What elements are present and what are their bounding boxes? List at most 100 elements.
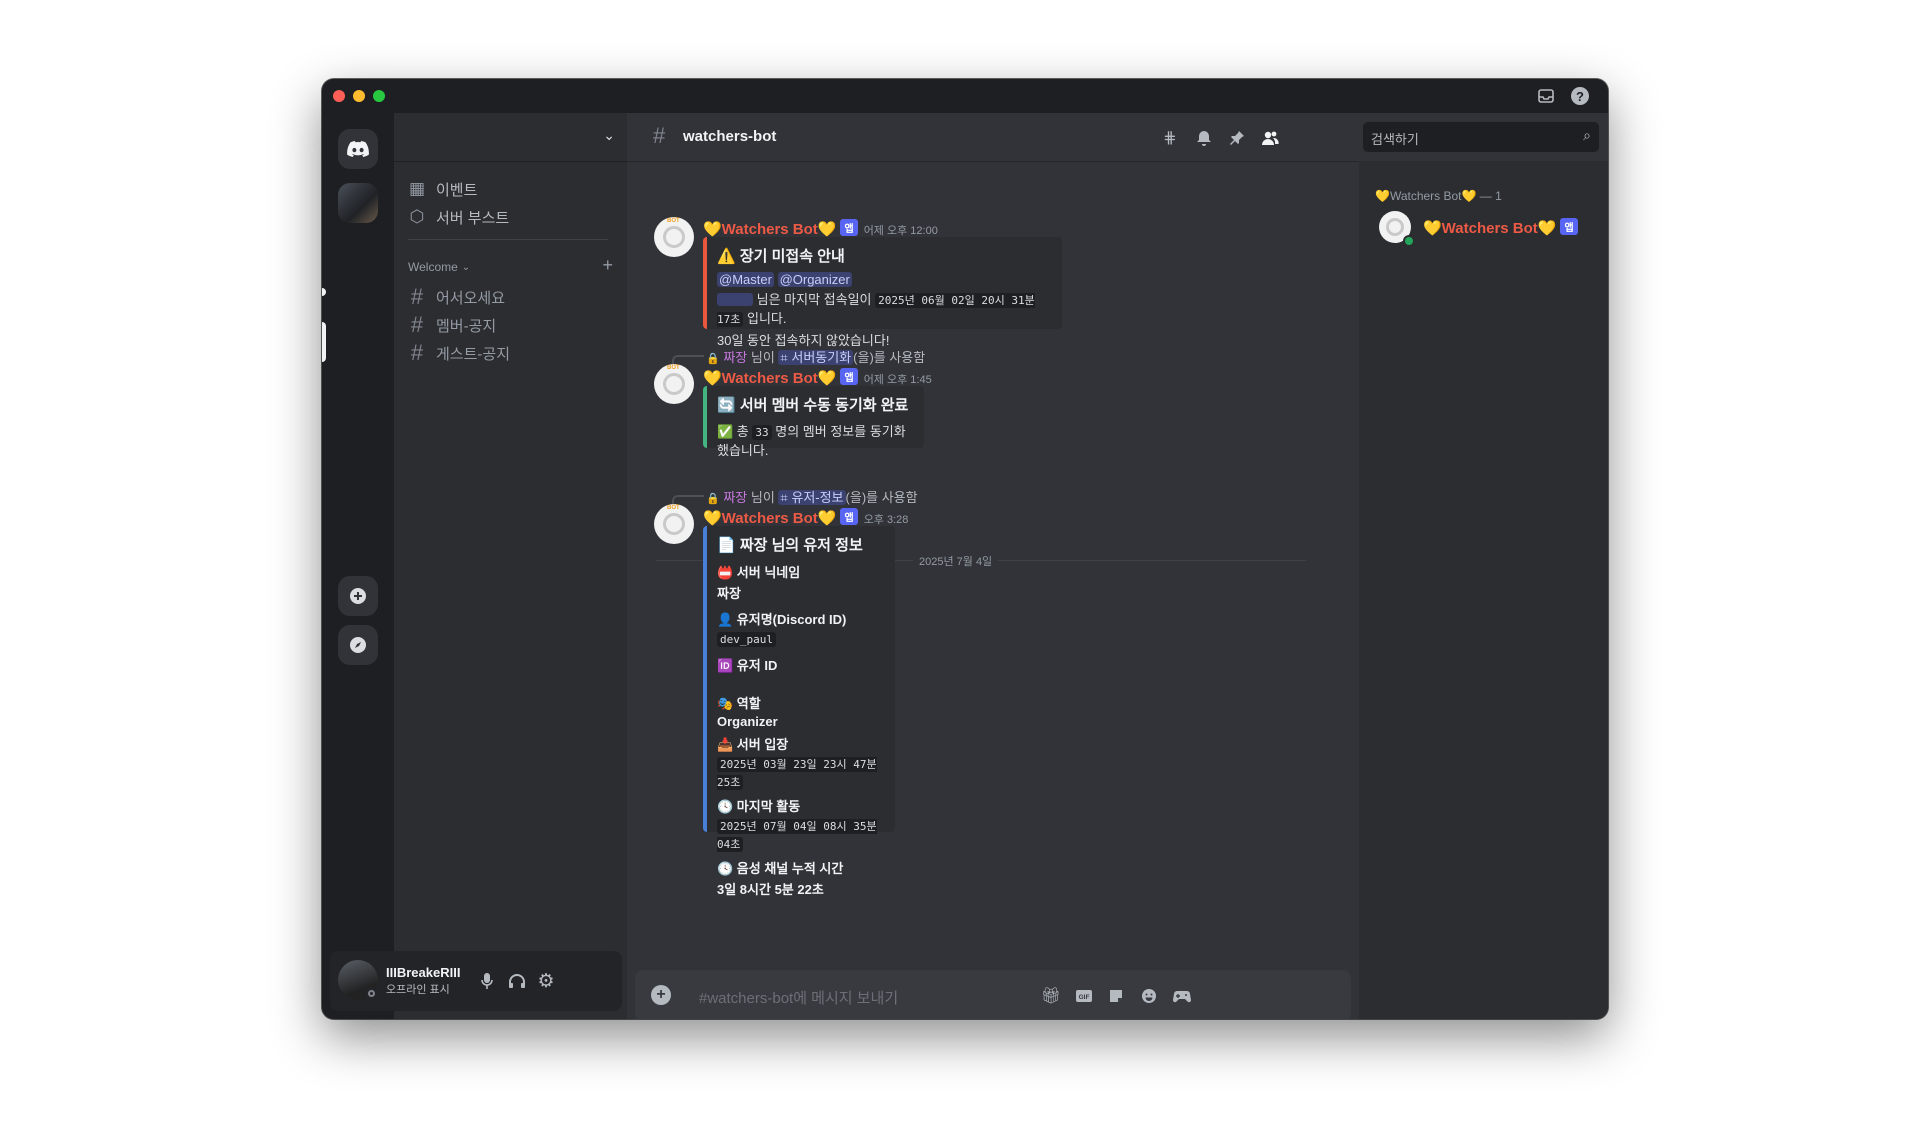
command-icon: 🔒: [706, 493, 720, 505]
message-timestamp: 어제 오후 1:45: [863, 374, 932, 386]
message-embed: ⚠️ 장기 미접속 안내 @Master @Organizer 님은 마지막 접…: [703, 237, 1062, 348]
search-input[interactable]: 검색하기 ⌕: [1363, 122, 1599, 152]
message-input[interactable]: #watchers-bot에 메시지 보내기: [699, 987, 898, 1008]
title-bar: ?: [322, 79, 1608, 113]
app-badge: 앱: [840, 219, 858, 236]
embed-title: 📄 짜장 님의 유저 정보: [717, 537, 863, 554]
channel-header: # watchers-bot ⋕ 검색하기 ⌕: [627, 113, 1608, 162]
author-name[interactable]: 💛Watchers Bot💛: [703, 221, 836, 238]
sidebar-divider: [408, 239, 608, 240]
username: IIIBreakeRIII: [386, 965, 461, 980]
date-divider-label: 2025년 7월 4일: [913, 553, 999, 569]
chevron-down-icon: ⌄: [461, 261, 471, 273]
gift-button[interactable]: 🎁︎: [1039, 984, 1063, 1008]
role-mention[interactable]: @Master: [717, 272, 774, 287]
app-badge: 앱: [840, 508, 858, 525]
reply-text: (을)를 사용함: [853, 350, 926, 365]
threads-hash-icon: #: [653, 123, 666, 148]
reply-username[interactable]: 짜장: [723, 350, 747, 365]
embed-field: 👤 유저명(Discord ID) dev_paul: [717, 609, 885, 648]
channel-item-guest-notice[interactable]: # 게스트-공지: [408, 338, 510, 368]
help-icon[interactable]: ?: [1570, 86, 1590, 106]
reply-username[interactable]: 짜장: [723, 490, 747, 505]
sticker-icon: [1110, 990, 1122, 1002]
inbox-icon[interactable]: [1536, 86, 1556, 106]
bot-avatar[interactable]: BOT: [654, 217, 694, 257]
app-window: ? ⌄ ▦ 이벤트 ⬡ 서버 부스트 Welcome ⌄ + # 어서오세요 #…: [322, 79, 1608, 1019]
field-value: 짜장: [717, 586, 741, 601]
bot-avatar[interactable]: BOT: [654, 364, 694, 404]
field-name: 👤 유저명(Discord ID): [717, 612, 847, 627]
channel-category[interactable]: Welcome ⌄: [408, 260, 470, 274]
compass-icon: [350, 637, 366, 653]
category-label: Welcome: [408, 260, 458, 274]
channel-label: 멤버-공지: [436, 317, 497, 335]
nav-item-server-boost[interactable]: ⬡ 서버 부스트: [408, 203, 510, 231]
activities-button[interactable]: [1170, 984, 1194, 1008]
embed-field: 🆔 유저 ID: [717, 655, 885, 687]
gear-icon: ⚙: [537, 970, 555, 992]
field-name: 📛 서버 닉네임: [717, 565, 801, 580]
embed-field: 🕓 마지막 활동 2025년 07월 04일 08시 35분 04초: [717, 796, 885, 853]
upload-plus-icon[interactable]: +: [651, 985, 671, 1005]
user-panel: IIIBreakeRIII 오프라인 표시 ⚙: [330, 951, 622, 1011]
explore-servers-button[interactable]: [338, 625, 378, 665]
hash-icon: #: [410, 312, 424, 337]
minimize-window-button[interactable]: [353, 90, 365, 102]
interaction-reply[interactable]: 🔒 짜장 님이 ⌗ 서버동기화 (을)를 사용함: [706, 347, 925, 366]
field-value: Organizer: [717, 714, 778, 729]
member-list: 💛Watchers Bot💛 — 1 💛Watchers Bot💛 앱: [1359, 161, 1608, 1019]
author-name[interactable]: 💛Watchers Bot💛: [703, 370, 836, 387]
gif-button[interactable]: GIF: [1072, 984, 1096, 1008]
emoji-button[interactable]: [1137, 984, 1161, 1008]
field-value: 3일 8시간 5분 22초: [717, 882, 824, 897]
hash-icon: #: [410, 340, 424, 365]
microphone-button[interactable]: [475, 969, 499, 993]
bot-avatar[interactable]: BOT: [654, 504, 694, 544]
role-mention[interactable]: @Organizer: [777, 272, 852, 287]
channel-title: watchers-bot: [683, 128, 777, 145]
create-channel-button[interactable]: +: [602, 255, 613, 276]
channel-item-member-notice[interactable]: # 멤버-공지: [408, 310, 496, 340]
pinned-messages-button[interactable]: [1226, 127, 1248, 149]
interaction-reply[interactable]: 🔒 짜장 님이 ⌗ 유저-정보 (을)를 사용함: [706, 487, 918, 506]
member-list-button[interactable]: [1259, 127, 1281, 149]
server-icon-watchers[interactable]: [338, 183, 378, 223]
embed-text: ✅ 총: [717, 424, 749, 439]
reply-text: (을)를 사용함: [845, 490, 918, 505]
user-mention[interactable]: [717, 293, 753, 306]
maximize-window-button[interactable]: [373, 90, 385, 102]
slash-command[interactable]: ⌗ 서버동기화: [778, 350, 854, 365]
notifications-button[interactable]: [1193, 127, 1215, 149]
message-composer[interactable]: + #watchers-bot에 메시지 보내기 🎁︎ GIF: [635, 970, 1351, 1019]
headphones-button[interactable]: [505, 969, 529, 993]
embed-field: 📛 서버 닉네임 짜장: [717, 562, 885, 602]
slash-command[interactable]: ⌗ 유저-정보: [778, 490, 846, 505]
field-name: 🆔 유저 ID: [717, 658, 778, 673]
user-settings-button[interactable]: ⚙: [534, 969, 558, 993]
add-server-button[interactable]: [338, 576, 378, 616]
user-status: 오프라인 표시: [386, 984, 450, 996]
unread-indicator: [322, 288, 326, 296]
author-name[interactable]: 💛Watchers Bot💛: [703, 510, 836, 527]
message-header: 💛Watchers Bot💛 앱 오후 3:28: [703, 508, 908, 527]
reply-text: 님이: [750, 350, 775, 365]
embed-field: 📥 서버 입장 2025년 03월 23일 23시 47분 25초: [717, 734, 885, 791]
member-item[interactable]: 💛Watchers Bot💛 앱: [1423, 218, 1578, 237]
gamepad-icon: [1173, 991, 1191, 1003]
close-window-button[interactable]: [333, 90, 345, 102]
channel-item-welcome[interactable]: # 어서오세요: [408, 282, 505, 312]
embed-mentions: @Master @Organizer: [717, 272, 1052, 287]
threads-button[interactable]: ⋕: [1159, 127, 1181, 149]
member-category: 💛Watchers Bot💛 — 1: [1375, 189, 1502, 203]
server-header[interactable]: ⌄: [394, 113, 627, 162]
member-name: 💛Watchers Bot💛: [1423, 220, 1557, 237]
hash-icon: #: [410, 284, 424, 309]
sticker-button[interactable]: [1104, 984, 1128, 1008]
calendar-icon: ▦: [408, 179, 426, 198]
threads-icon: ⋕: [1163, 130, 1177, 147]
nav-item-events[interactable]: ▦ 이벤트: [408, 175, 477, 203]
home-button[interactable]: [338, 129, 378, 169]
chevron-down-icon: ⌄: [603, 127, 615, 143]
server-rail: [322, 113, 394, 1019]
